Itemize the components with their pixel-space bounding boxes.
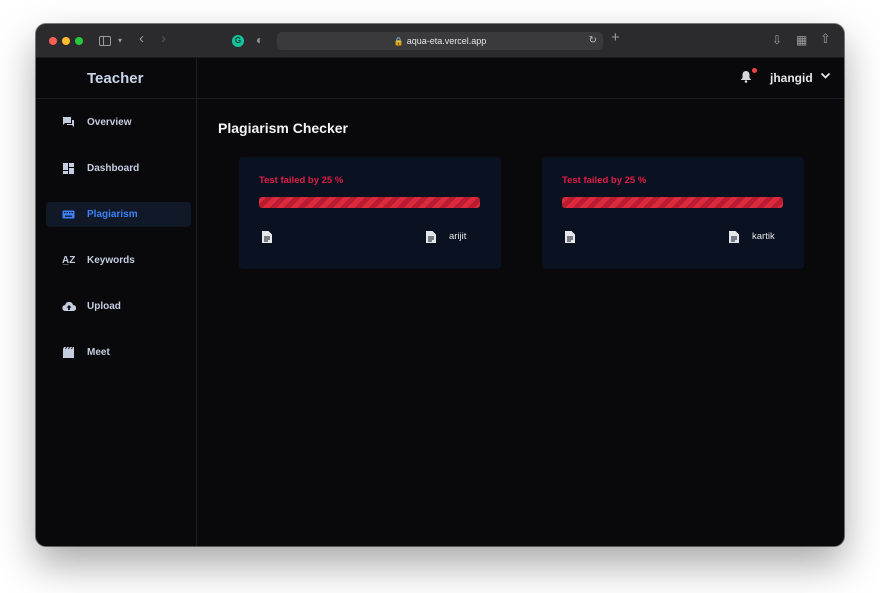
similarity-progress-bar <box>259 197 480 208</box>
document-icon[interactable] <box>729 230 739 243</box>
chevron-down-icon[interactable]: ▾ <box>118 35 122 47</box>
reload-icon[interactable]: ↻ <box>589 32 597 50</box>
sort-az-icon: A̲Z <box>62 255 76 266</box>
sidebar-item-meet[interactable]: Meet <box>46 340 191 365</box>
tab-overview-icon[interactable]: ▦ <box>796 34 807 46</box>
sidebar-item-label: Overview <box>87 117 132 128</box>
chat-icon <box>62 116 75 129</box>
keyboard-icon <box>62 208 75 221</box>
grammarly-extension-icon[interactable]: G <box>232 35 244 47</box>
sidebar-item-dashboard[interactable]: Dashboard <box>46 156 191 181</box>
sidebar-item-label: Keywords <box>87 255 135 266</box>
sidebar-item-label: Dashboard <box>87 163 140 174</box>
close-window-button[interactable] <box>49 37 57 45</box>
sidebar-item-label: Plagiarism <box>87 209 138 220</box>
new-tab-icon[interactable]: + <box>611 30 620 45</box>
document-icon[interactable] <box>262 230 272 243</box>
document-icon[interactable] <box>426 230 436 243</box>
compared-file-name[interactable]: kartik <box>752 231 775 242</box>
result-status: Test failed by 25 % <box>562 175 647 186</box>
sidebar-item-label: Upload <box>87 301 121 312</box>
sidebar: Teacher Overview Dashboard Plagiarism A̲… <box>36 58 197 546</box>
sidebar-item-label: Meet <box>87 347 110 358</box>
similarity-progress-bar <box>562 197 783 208</box>
privacy-shield-icon[interactable]: ◐ <box>256 34 263 46</box>
sidebar-item-upload[interactable]: Upload <box>46 294 191 319</box>
download-icon[interactable]: ⇩ <box>772 34 782 46</box>
share-icon[interactable]: ⇧ <box>820 32 831 45</box>
zoom-window-button[interactable] <box>75 37 83 45</box>
back-icon[interactable]: ‹ <box>139 31 144 46</box>
similarity-progress-fill <box>562 197 783 208</box>
browser-toolbar: ▾ ‹ › G ◐ 🔒 aqua-eta.vercel.app ↻ + ⇩ ▦ ⇧ <box>36 24 844 58</box>
notification-badge <box>752 68 757 73</box>
sidebar-toggle-icon[interactable] <box>99 36 111 46</box>
chevron-down-icon[interactable] <box>820 70 831 85</box>
bell-icon[interactable] <box>740 70 752 85</box>
document-icon[interactable] <box>565 230 575 243</box>
forward-icon[interactable]: › <box>161 31 166 46</box>
lock-icon: 🔒 <box>393 37 404 46</box>
compared-file-name[interactable]: arijit <box>449 231 466 242</box>
clapperboard-icon <box>62 346 75 359</box>
sidebar-item-keywords[interactable]: A̲Z Keywords <box>46 248 191 273</box>
plagiarism-result-card: Test failed by 25 % kartik <box>542 157 804 269</box>
browser-window: ▾ ‹ › G ◐ 🔒 aqua-eta.vercel.app ↻ + ⇩ ▦ ⇧… <box>36 24 844 546</box>
top-bar: jhangid <box>197 58 844 99</box>
result-status: Test failed by 25 % <box>259 175 344 186</box>
plagiarism-result-card: Test failed by 25 % arijit <box>239 157 501 269</box>
cloud-upload-icon <box>62 300 77 313</box>
user-menu-name[interactable]: jhangid <box>770 71 813 85</box>
page-title: Plagiarism Checker <box>218 120 348 136</box>
similarity-progress-fill <box>259 197 480 208</box>
address-bar[interactable]: 🔒 aqua-eta.vercel.app ↻ <box>277 32 603 50</box>
sidebar-item-plagiarism[interactable]: Plagiarism <box>46 202 191 227</box>
dashboard-icon <box>62 162 75 175</box>
sidebar-item-overview[interactable]: Overview <box>46 110 191 135</box>
brand-title: Teacher <box>36 58 197 99</box>
url-text: aqua-eta.vercel.app <box>406 36 487 46</box>
minimize-window-button[interactable] <box>62 37 70 45</box>
app: Teacher Overview Dashboard Plagiarism A̲… <box>36 58 844 546</box>
